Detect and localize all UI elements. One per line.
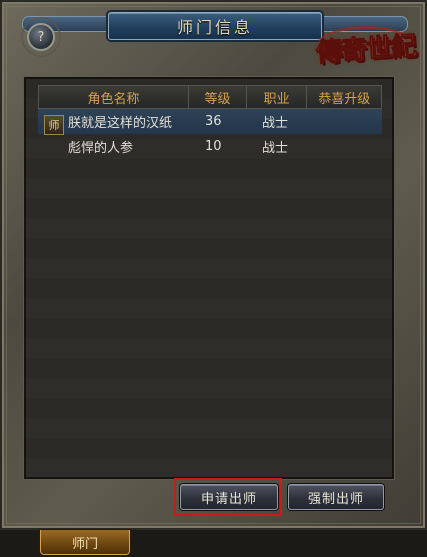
window-title: 师门信息: [176, 18, 253, 37]
role-name: 彪悍的人参: [68, 141, 134, 156]
disciple-table: 角色名称 等级 职业 恭喜升级 师 朕就是这样的汉纸 36 战士 彪悍的人参 1…: [38, 85, 382, 159]
role-name: 朕就是这样的汉纸: [68, 116, 173, 131]
table-row[interactable]: 师 朕就是这样的汉纸 36 战士: [38, 109, 382, 135]
column-header-name: 角色名称: [39, 86, 190, 108]
role-level: 36: [205, 114, 222, 129]
column-header-level: 等级: [189, 86, 247, 108]
force-graduate-button[interactable]: 强制出师: [288, 484, 384, 510]
logo-text: 傳奇世紀: [315, 31, 418, 69]
help-icon[interactable]: ?: [21, 17, 61, 57]
table-header: 角色名称 等级 职业 恭喜升级: [38, 85, 382, 109]
row-name-cell: 彪悍的人参: [38, 137, 189, 156]
table-row[interactable]: 彪悍的人参 10 战士: [38, 134, 382, 159]
master-badge-icon: 师: [44, 115, 64, 135]
apply-graduate-button[interactable]: 申请出师: [180, 484, 278, 510]
role-job: 战士: [262, 141, 289, 156]
role-job: 战士: [262, 116, 289, 131]
disciple-list-panel: 角色名称 等级 职业 恭喜升级 师 朕就是这样的汉纸 36 战士 彪悍的人参 1…: [24, 77, 394, 479]
game-logo: 傳奇世紀: [310, 22, 422, 72]
tab-master[interactable]: 师门: [40, 530, 130, 555]
title-banner: 师门信息: [108, 12, 322, 40]
column-header-job: 职业: [247, 86, 308, 108]
column-header-congrats: 恭喜升级: [318, 91, 371, 107]
role-level: 10: [205, 139, 222, 154]
row-name-cell: 师 朕就是这样的汉纸: [38, 112, 189, 135]
